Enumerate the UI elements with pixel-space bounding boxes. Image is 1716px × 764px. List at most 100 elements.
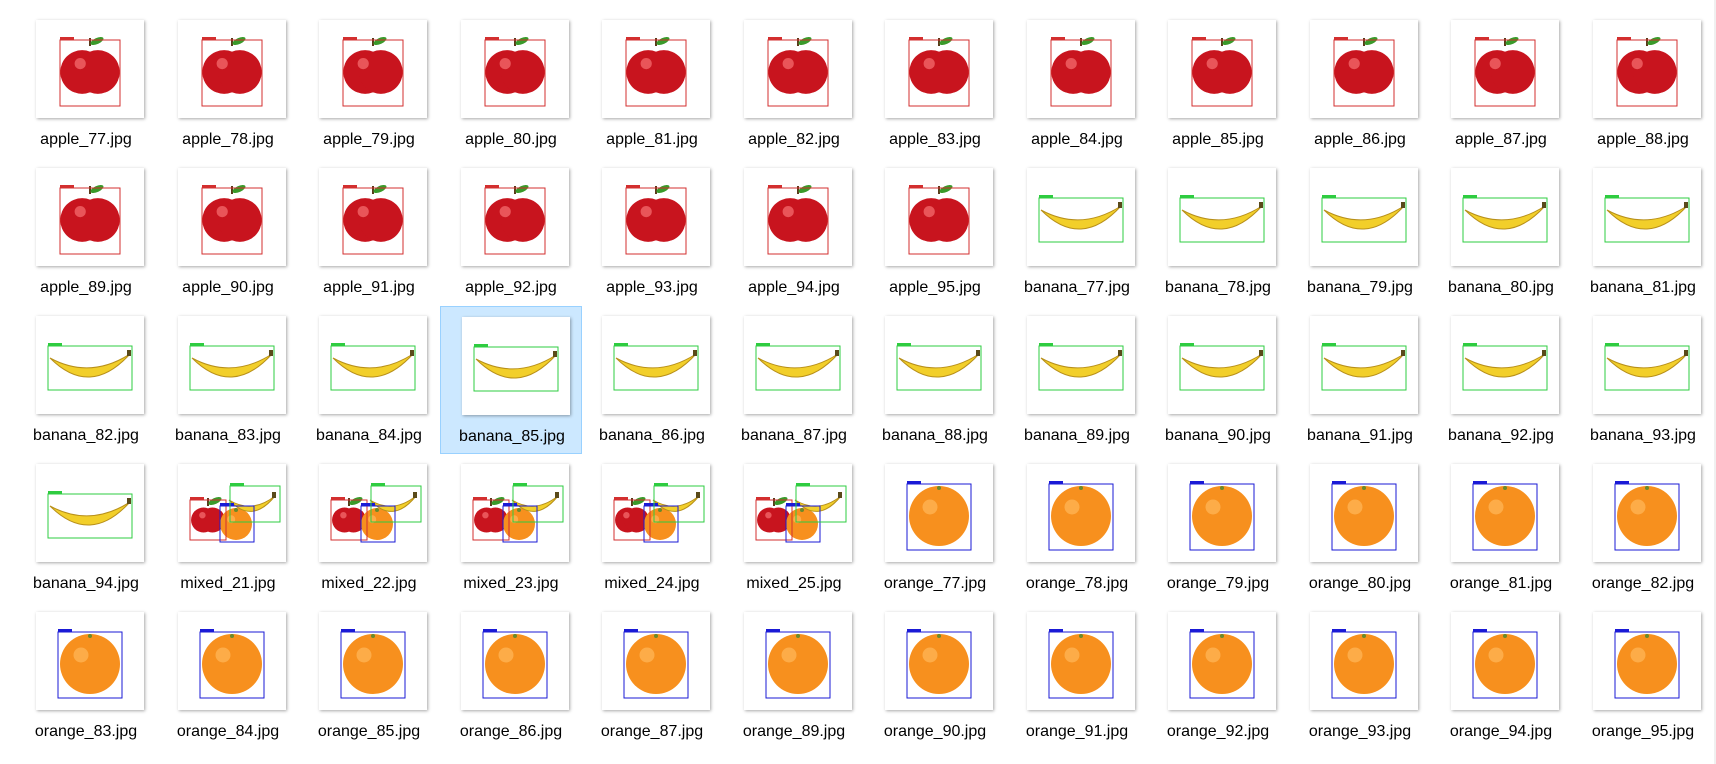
file-name-label: banana_85.jpg [459,428,565,445]
apple-thumbnail-icon [602,158,710,276]
orange-thumbnail-icon [1310,454,1418,572]
file-name-label: apple_86.jpg [1314,131,1406,148]
file-item[interactable]: orange_80.jpg [1289,454,1431,602]
file-name-label: apple_88.jpg [1597,131,1689,148]
file-name-label: orange_90.jpg [883,723,987,740]
file-item[interactable]: banana_81.jpg [1572,158,1714,306]
thumbnail-image [178,464,286,562]
file-name-label: apple_93.jpg [606,279,698,296]
file-item[interactable]: orange_92.jpg [1147,602,1289,750]
file-name-label: banana_86.jpg [599,427,705,444]
file-name-label: mixed_23.jpg [463,575,559,592]
file-item[interactable]: banana_83.jpg [157,306,299,454]
orange-thumbnail-icon [1593,602,1701,720]
file-item[interactable]: apple_86.jpg [1289,10,1431,158]
file-item[interactable]: banana_77.jpg [1006,158,1148,306]
file-item[interactable]: banana_90.jpg [1147,306,1289,454]
file-item[interactable]: apple_89.jpg [15,158,157,306]
banana-thumbnail-icon [1593,306,1701,424]
file-item[interactable]: orange_85.jpg [298,602,440,750]
file-item[interactable]: banana_89.jpg [1006,306,1148,454]
file-item[interactable]: banana_87.jpg [723,306,865,454]
orange-thumbnail-icon [744,602,852,720]
file-name-label: mixed_21.jpg [180,575,276,592]
file-item[interactable]: orange_78.jpg [1006,454,1148,602]
thumbnail-image [1027,168,1135,266]
file-name-label: apple_95.jpg [889,279,981,296]
file-name-label: apple_94.jpg [748,279,840,296]
file-item[interactable]: orange_89.jpg [723,602,865,750]
file-item[interactable]: mixed_24.jpg [581,454,723,602]
file-item[interactable]: banana_85.jpg [440,306,582,454]
file-item[interactable]: apple_83.jpg [864,10,1006,158]
file-item[interactable]: orange_82.jpg [1572,454,1714,602]
thumbnail-image [1310,20,1418,118]
file-name-label: orange_79.jpg [1166,575,1270,592]
file-item[interactable]: orange_93.jpg [1289,602,1431,750]
file-item[interactable]: apple_87.jpg [1430,10,1572,158]
file-item[interactable]: apple_80.jpg [440,10,582,158]
file-item[interactable]: orange_84.jpg [157,602,299,750]
file-item[interactable]: banana_84.jpg [298,306,440,454]
file-item[interactable]: banana_86.jpg [581,306,723,454]
file-item[interactable]: apple_84.jpg [1006,10,1148,158]
file-item[interactable]: apple_81.jpg [581,10,723,158]
file-item[interactable]: apple_92.jpg [440,158,582,306]
file-name-label: apple_90.jpg [182,279,274,296]
file-item[interactable]: mixed_23.jpg [440,454,582,602]
thumbnail-image [885,612,993,710]
file-item[interactable]: banana_94.jpg [15,454,157,602]
file-item[interactable]: banana_91.jpg [1289,306,1431,454]
file-item[interactable]: apple_95.jpg [864,158,1006,306]
file-name-label: orange_80.jpg [1308,575,1412,592]
file-item[interactable]: orange_94.jpg [1430,602,1572,750]
file-item[interactable]: apple_90.jpg [157,158,299,306]
orange-thumbnail-icon [885,602,993,720]
file-item[interactable]: apple_79.jpg [298,10,440,158]
file-item[interactable]: apple_77.jpg [15,10,157,158]
thumbnail-image [178,612,286,710]
file-item[interactable]: apple_82.jpg [723,10,865,158]
file-item[interactable]: banana_80.jpg [1430,158,1572,306]
apple-thumbnail-icon [1168,10,1276,128]
file-item[interactable]: orange_90.jpg [864,602,1006,750]
thumbnail-image [602,168,710,266]
thumbnail-image [1027,464,1135,562]
apple-thumbnail-icon [461,10,569,128]
apple-thumbnail-icon [461,158,569,276]
file-item[interactable]: banana_79.jpg [1289,158,1431,306]
thumbnail-image [1593,612,1701,710]
file-item[interactable]: mixed_25.jpg [723,454,865,602]
thumbnail-image [885,316,993,414]
file-item[interactable]: orange_86.jpg [440,602,582,750]
file-item[interactable]: orange_81.jpg [1430,454,1572,602]
file-item[interactable]: banana_92.jpg [1430,306,1572,454]
apple-thumbnail-icon [178,10,286,128]
thumbnail-image [36,464,144,562]
file-item[interactable]: apple_93.jpg [581,158,723,306]
file-item[interactable]: orange_79.jpg [1147,454,1289,602]
file-item[interactable]: apple_91.jpg [298,158,440,306]
file-item[interactable]: orange_77.jpg [864,454,1006,602]
banana-thumbnail-icon [1310,158,1418,276]
apple-thumbnail-icon [885,158,993,276]
file-item[interactable]: apple_88.jpg [1572,10,1714,158]
file-item[interactable]: apple_94.jpg [723,158,865,306]
file-item[interactable]: mixed_22.jpg [298,454,440,602]
file-name-label: orange_82.jpg [1591,575,1695,592]
file-item[interactable]: orange_87.jpg [581,602,723,750]
file-name-label: orange_85.jpg [317,723,421,740]
file-item[interactable]: orange_91.jpg [1006,602,1148,750]
file-item[interactable]: banana_93.jpg [1572,306,1714,454]
file-item[interactable]: banana_82.jpg [15,306,157,454]
file-name-label: orange_78.jpg [1025,575,1129,592]
thumbnail-image [602,316,710,414]
file-item[interactable]: mixed_21.jpg [157,454,299,602]
thumbnail-image [178,168,286,266]
file-item[interactable]: banana_78.jpg [1147,158,1289,306]
file-item[interactable]: apple_85.jpg [1147,10,1289,158]
file-item[interactable]: apple_78.jpg [157,10,299,158]
file-item[interactable]: orange_95.jpg [1572,602,1714,750]
file-item[interactable]: orange_83.jpg [15,602,157,750]
file-item[interactable]: banana_88.jpg [864,306,1006,454]
